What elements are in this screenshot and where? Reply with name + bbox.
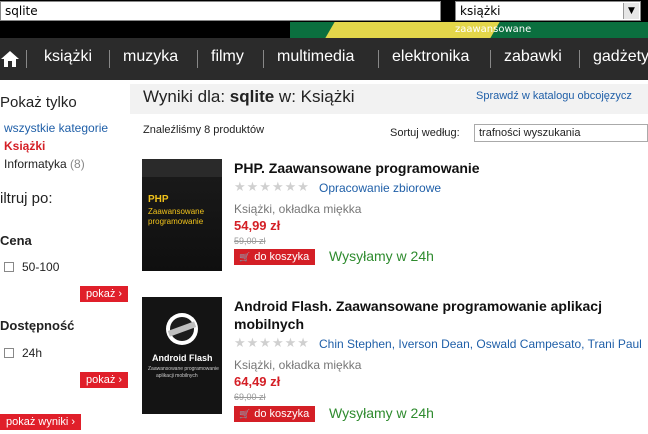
nav-item-multimedia[interactable]: multimedia <box>277 48 354 66</box>
cover-subtitle-2: aplikacji mobilnych <box>156 373 198 379</box>
rating-stars: ★★★★★★ <box>234 180 310 195</box>
cover-emblem-icon <box>166 313 198 345</box>
sort-select[interactable]: trafności wyszukania <box>474 124 648 142</box>
shipping-info: Wysyłamy w 24h <box>329 405 434 421</box>
availability-heading: Dostępność <box>0 318 75 333</box>
price-heading: Cena <box>0 233 32 248</box>
top-search-bar: zaawansowane sqlite książki ▼ <box>0 0 648 38</box>
nav-item-elektronika[interactable]: elektronika <box>392 48 469 66</box>
nav-divider <box>26 50 27 68</box>
rating-stars: ★★★★★★ <box>234 336 310 351</box>
product-cover-android-flash[interactable]: Android Flash Zaawansowane programowanie… <box>142 297 222 414</box>
nav-item-muzyka[interactable]: muzyka <box>123 48 178 66</box>
shipping-info: Wysyłamy w 24h <box>329 248 434 264</box>
subcategory-count: (8) <box>70 157 85 171</box>
product-title-link[interactable]: PHP. Zaawansowane programowanie <box>234 160 480 176</box>
nav-item-zabawki[interactable]: zabawki <box>504 48 562 66</box>
main-nav: książki muzyka filmy multimedia elektron… <box>0 38 648 80</box>
product-price: 64,49 zł <box>234 374 281 389</box>
nav-item-gadzety[interactable]: gadżety <box>593 48 648 66</box>
product-binding: Książki, okładka miękka <box>234 202 362 216</box>
nav-divider <box>109 50 110 68</box>
price-checkbox[interactable] <box>4 262 14 272</box>
product-price: 54,99 zł <box>234 218 281 233</box>
results-query: sqlite <box>229 87 275 106</box>
add-to-cart-label: do koszyka <box>254 408 310 420</box>
show-results-button[interactable]: pokaż wyniki › <box>0 414 82 430</box>
add-to-cart-button[interactable]: 🛒 do koszyka <box>234 249 316 265</box>
sort-label: Sortuj według: <box>390 127 460 139</box>
results-label: Wyniki dla: <box>143 87 226 106</box>
chevron-down-icon[interactable]: ▼ <box>623 3 639 19</box>
product-title-link[interactable]: Android Flash. Zaawansowane programowani… <box>234 298 602 314</box>
add-to-cart-label: do koszyka <box>254 251 310 263</box>
product-authors-links[interactable]: Chin Stephen, Iverson Dean, Oswald Campe… <box>319 337 642 351</box>
show-price-filter-button[interactable]: pokaż › <box>80 286 129 302</box>
nav-divider <box>378 50 379 68</box>
product-old-price: 69,00 zł <box>234 392 266 402</box>
add-to-cart-button[interactable]: 🛒 do koszyka <box>234 406 316 422</box>
all-categories-link[interactable]: wszystkie kategorie <box>4 121 108 135</box>
price-option-label: 50-100 <box>22 260 60 274</box>
subcategory-label: Informatyka <box>4 157 67 171</box>
show-availability-filter-button[interactable]: pokaż › <box>80 372 129 388</box>
results-scope: w: Książki <box>278 87 355 106</box>
cover-top-band <box>142 159 222 177</box>
cover-title: PHP <box>148 194 169 205</box>
product-cover-php[interactable]: PHP Zaawansowane programowanie <box>142 159 222 271</box>
product-author-link[interactable]: Opracowanie zbiorowe <box>319 181 441 195</box>
nav-item-filmy[interactable]: filmy <box>211 48 244 66</box>
product-title-link-continued[interactable]: mobilnych <box>234 316 304 332</box>
product-old-price: 59,00 zł <box>234 236 266 246</box>
search-input[interactable]: sqlite <box>0 1 441 21</box>
availability-checkbox[interactable] <box>4 348 14 358</box>
cover-title: Android Flash <box>152 353 213 363</box>
category-select[interactable]: książki ▼ <box>455 1 641 21</box>
cart-icon: 🛒 <box>239 409 251 419</box>
product-binding: Książki, okładka miękka <box>234 358 362 372</box>
show-only-heading: Pokaż tylko <box>0 94 77 111</box>
cover-subtitle-1: Zaawansowane <box>148 207 205 216</box>
filter-heading: iltruj po: <box>0 190 53 207</box>
nav-divider <box>197 50 198 68</box>
results-count: Znaleźliśmy 8 produktów <box>143 124 265 136</box>
nav-divider <box>490 50 491 68</box>
cart-icon: 🛒 <box>239 252 251 262</box>
subcategory-informatyka[interactable]: Informatyka (8) <box>4 157 85 171</box>
nav-divider <box>579 50 580 68</box>
nav-divider <box>263 50 264 68</box>
results-title: Wyniki dla: sqlite w: Książki <box>143 87 355 107</box>
check-foreign-catalog-link[interactable]: Sprawdź w katalogu obcojęzycz <box>476 90 632 102</box>
cover-subtitle-1: Zaawansowane programowanie <box>148 366 219 372</box>
home-icon[interactable] <box>0 50 20 68</box>
active-category: Książki <box>4 139 46 153</box>
advanced-search-link[interactable]: zaawansowane <box>455 24 531 35</box>
cover-subtitle-2: programowanie <box>148 217 204 226</box>
nav-item-ksiazki[interactable]: książki <box>44 48 92 66</box>
category-select-value: książki <box>460 4 501 18</box>
availability-option-label: 24h <box>22 346 43 360</box>
